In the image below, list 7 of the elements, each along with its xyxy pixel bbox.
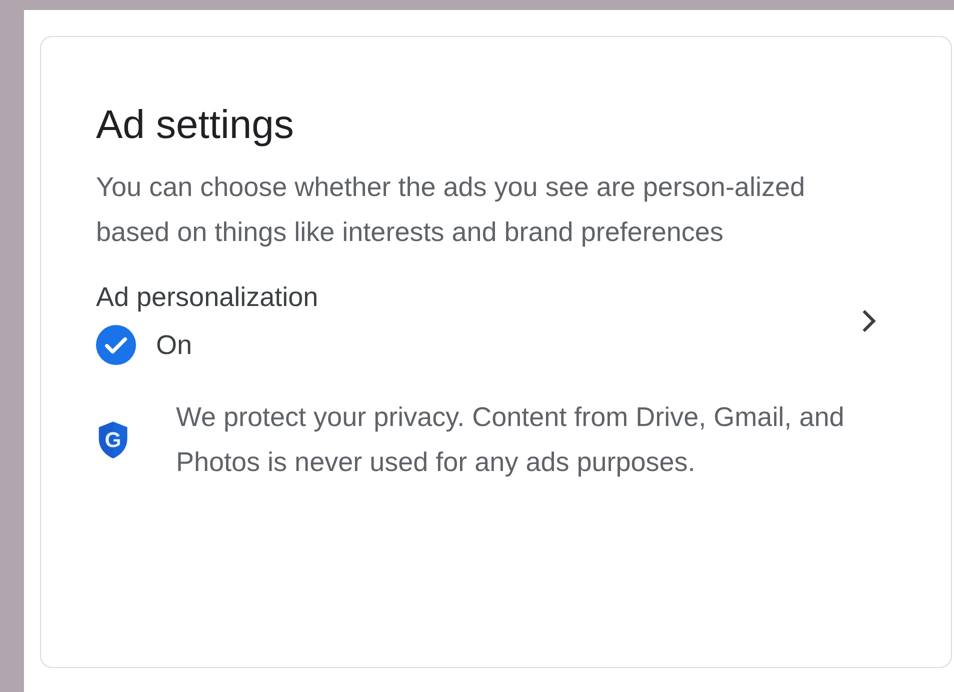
description: You can choose whether the ads you see are person-alized based on things like interests and brand preferences (96, 171, 806, 249)
setting-label: Ad personalization (96, 281, 318, 314)
privacy-notice: We protect your privacy. Content from Drive, Gmail, and Photos is never used for any ads purposes. (176, 401, 846, 479)
ad-personalization-row[interactable]: Ad personalization On (96, 277, 895, 365)
card-title: Ad settings (96, 102, 295, 149)
status-text: On (156, 330, 192, 360)
shield-icon: G (96, 420, 130, 460)
